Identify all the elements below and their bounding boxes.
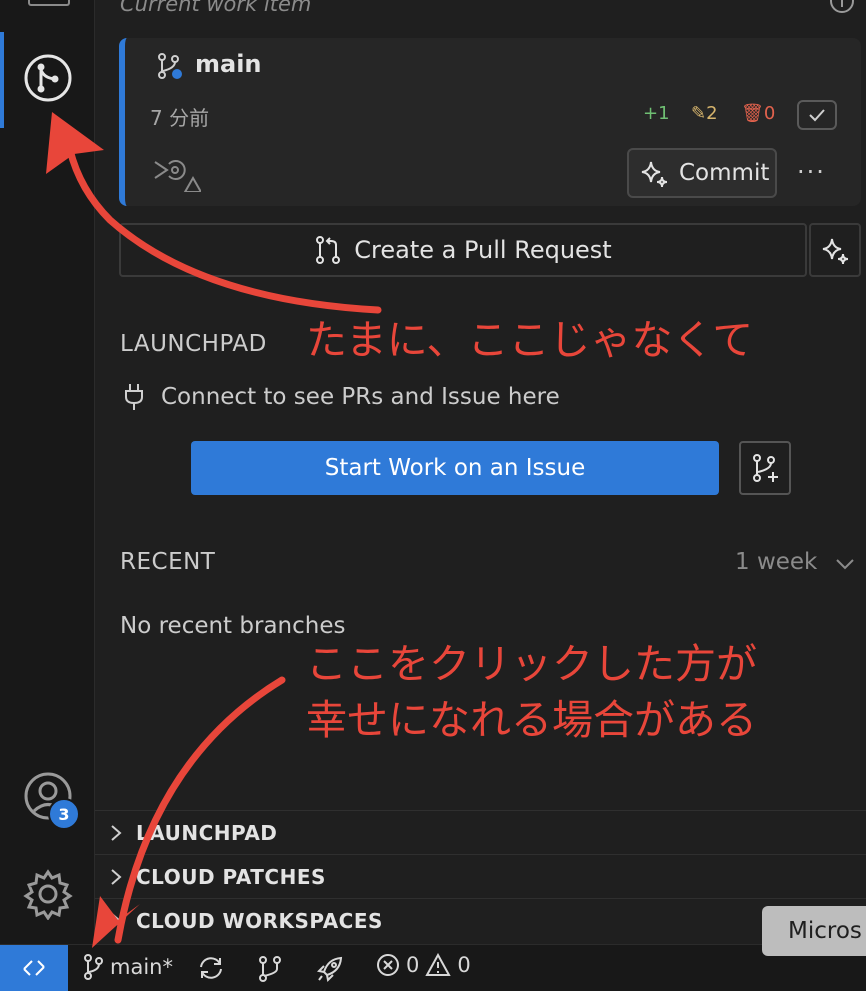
merge-icon[interactable] [256, 955, 284, 983]
status-branch-button[interactable]: main* [82, 953, 173, 981]
create-branch-button[interactable] [739, 441, 791, 495]
launchpad-title: LAUNCHPAD [120, 331, 267, 357]
ai-pull-request-button[interactable] [809, 223, 861, 277]
error-count: 0 [406, 953, 420, 977]
section-label: LAUNCHPAD [136, 821, 278, 845]
tooltip: Micros [762, 906, 866, 956]
pencil-icon: ✎ [691, 103, 707, 124]
branch-add-icon [753, 454, 778, 482]
activity-bar: 3 [0, 0, 95, 944]
current-work-title: Current work item [120, 0, 312, 16]
section-cloud-workspaces[interactable]: CLOUD WORKSPACES [95, 898, 866, 942]
annotation-text-2a: ここをクリックした方が [306, 640, 757, 688]
branch-icon [158, 53, 182, 79]
active-indicator [0, 32, 4, 128]
more-actions-button[interactable]: ··· [797, 158, 826, 186]
remote-indicator-button[interactable] [0, 945, 68, 991]
connect-prompt[interactable]: Connect to see PRs and Issue here [123, 382, 560, 412]
sparkle-icon [822, 238, 849, 265]
recent-range-select[interactable]: 1 week [735, 549, 817, 575]
commit-button[interactable]: Commit [627, 148, 777, 198]
error-icon [377, 954, 399, 976]
deleted-count: 🗑0 [741, 103, 775, 124]
connect-text: Connect to see PRs and Issue here [161, 384, 560, 410]
recent-title: RECENT [120, 549, 216, 575]
warning-icon [425, 953, 452, 976]
added-count: +1 [643, 103, 670, 124]
create-pull-request-label: Create a Pull Request [354, 236, 612, 264]
explorer-icon[interactable] [28, 0, 70, 6]
branch-name: main [195, 50, 262, 78]
annotation-text-1: たまに、ここじゃなくて [306, 316, 754, 364]
broadcast-warning-icon [154, 160, 201, 192]
work-item-card: main 7 分前 +1 ✎2 🗑0 Commit ··· [119, 38, 861, 206]
checkmark-button[interactable] [797, 100, 837, 130]
branch-icon [84, 954, 103, 980]
check-icon [809, 109, 825, 122]
section-label: CLOUD WORKSPACES [136, 909, 383, 933]
sync-icon[interactable] [196, 955, 226, 981]
gear-icon[interactable] [22, 868, 74, 920]
create-pull-request-button[interactable]: Create a Pull Request [119, 223, 807, 277]
chevron-down-icon[interactable] [833, 554, 857, 574]
section-label: CLOUD PATCHES [136, 865, 326, 889]
chevron-right-icon [111, 913, 122, 929]
commit-label: Commit [679, 160, 770, 186]
section-launchpad[interactable]: LAUNCHPAD [95, 810, 866, 854]
gitlens-home-panel: Current work item main 7 分前 +1 ✎2 🗑0 Com… [95, 0, 866, 944]
modified-count: ✎2 [691, 103, 718, 124]
no-recent-branches: No recent branches [120, 613, 346, 639]
sparkle-icon [641, 161, 668, 188]
info-icon[interactable] [829, 0, 855, 14]
status-bar: main* 0 0 [0, 944, 866, 991]
modified-value: 2 [706, 103, 718, 124]
warning-count: 0 [457, 953, 471, 977]
trash-icon: 🗑 [741, 103, 764, 124]
last-commit-time: 7 分前 [150, 106, 210, 130]
annotation-text-2b: 幸せになれる場合がある [306, 696, 757, 744]
problems-button[interactable]: 0 0 [376, 953, 471, 977]
start-work-button[interactable]: Start Work on an Issue [191, 441, 719, 495]
chevron-right-icon [111, 825, 122, 841]
accounts-badge: 3 [48, 798, 80, 830]
gitlens-graph-icon[interactable] [22, 52, 74, 104]
chevron-right-icon [111, 869, 122, 885]
deleted-value: 0 [763, 103, 776, 124]
plug-icon [125, 384, 143, 410]
remote-icon [23, 960, 45, 976]
status-branch-label: main* [110, 955, 173, 979]
pull-request-icon [316, 236, 341, 264]
section-cloud-patches[interactable]: CLOUD PATCHES [95, 854, 866, 898]
rocket-icon[interactable] [316, 955, 344, 983]
